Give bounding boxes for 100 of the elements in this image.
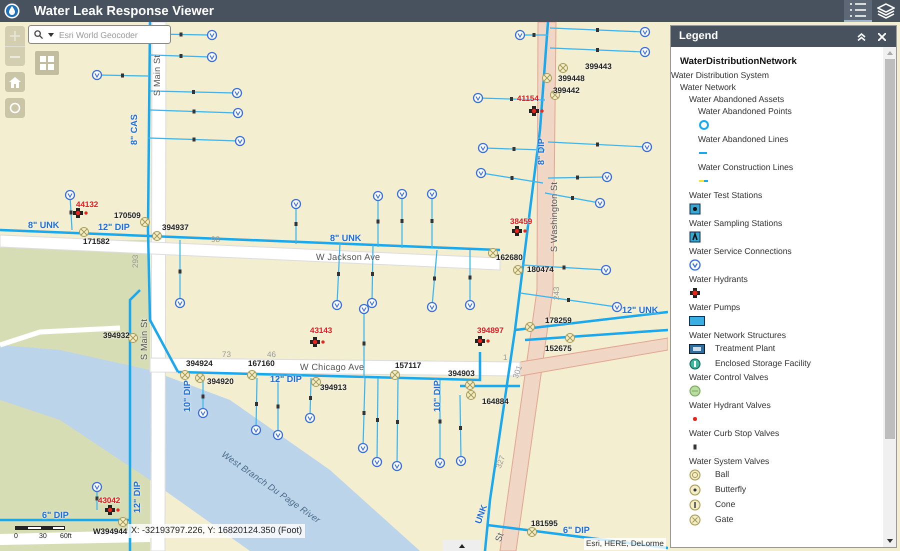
legend-layer-label: Water Sampling Stations <box>689 217 784 229</box>
road-number-label: 293 <box>132 254 140 268</box>
street-label: S Washington St <box>550 182 559 252</box>
curb-stop-icon <box>596 48 599 52</box>
legend-layer-label: Water System Valves <box>689 455 770 467</box>
valve-icon <box>565 333 575 343</box>
road-number-label: 46 <box>267 351 276 359</box>
legend-layer-label: Water Network Structures <box>689 329 787 341</box>
curb-stop-icon <box>337 272 340 276</box>
hydrant-icon <box>105 505 120 515</box>
legend-layer-label: Water Hydrant Valves <box>689 399 772 411</box>
valve-icon <box>513 265 523 275</box>
pipe-label: 6" DIP <box>42 511 69 520</box>
water-meter-icon <box>514 30 526 40</box>
road-number-label: 301 <box>512 364 524 380</box>
pipe-label: 12" DIP <box>133 481 142 513</box>
legend-title: Legend <box>679 29 718 44</box>
water-meter-icon <box>464 300 476 310</box>
pipe-label: 8" UNK <box>28 221 60 230</box>
asset-label: 399443 <box>585 63 612 71</box>
curb-stop-icon <box>294 222 298 226</box>
asset-label: 399448 <box>558 75 585 83</box>
legend-class-label: Treatment Plant <box>715 342 776 355</box>
curb-stop-icon <box>596 142 599 146</box>
legend-layer-label: Water Control Valves <box>689 371 770 383</box>
scale-bar <box>15 526 65 530</box>
asset-label: 394937 <box>162 224 189 232</box>
curb-stop-icon <box>512 147 516 151</box>
curb-stop-icon <box>180 32 182 36</box>
pipe-label: 12" DIP <box>98 223 130 232</box>
scroll-down-icon <box>886 539 892 543</box>
valve-icon <box>558 63 568 73</box>
hydrant-icon <box>529 106 544 116</box>
water-meter-icon <box>250 424 262 436</box>
home-icon <box>9 76 21 88</box>
curb-stop-icon <box>178 270 182 274</box>
valve-icon <box>128 333 138 343</box>
legend-layer-label: Water Pumps <box>689 301 742 313</box>
pipe-label: 10" DIP <box>183 380 192 412</box>
legend-layer-label: Water Abandoned Points <box>698 105 793 117</box>
water-meter-icon <box>372 190 384 202</box>
valve-icon <box>488 248 498 258</box>
valve-icon <box>247 370 257 380</box>
asset-label: 171582 <box>83 238 110 246</box>
water-meter-icon <box>92 482 102 492</box>
list-icon <box>849 2 867 18</box>
curb-stop-icon <box>396 420 399 424</box>
curb-stop-icon <box>362 342 366 346</box>
layers-icon <box>877 2 895 20</box>
water-meter-icon <box>612 302 622 312</box>
asset-label: 170509 <box>114 212 141 220</box>
asset-label: 399442 <box>553 87 580 95</box>
asset-label: 394932 <box>103 332 130 340</box>
water-meter-icon <box>198 408 208 418</box>
curb-stop-icon <box>438 420 442 424</box>
curb-stop-icon <box>202 394 204 398</box>
curb-stop-icon <box>562 266 566 270</box>
water-meter-icon <box>478 142 488 154</box>
water-meter-icon <box>392 460 402 472</box>
curb-stop-icon <box>571 196 574 200</box>
road-number-label: 327 <box>495 454 508 470</box>
legend-layer-label: Water Distribution System <box>671 69 770 81</box>
toolbar-button[interactable] <box>844 0 872 22</box>
legend-layer-label: Water Construction Lines <box>698 161 794 173</box>
legend-layer-label: Water Abandoned Assets <box>689 93 786 105</box>
search-field[interactable]: Esri World Geocoder <box>28 25 171 44</box>
asset-label: 394913 <box>320 384 347 392</box>
close-icon <box>878 32 886 40</box>
water-meter-icon <box>642 142 652 152</box>
hydrant-icon <box>73 208 88 218</box>
water-meter-icon <box>358 304 370 314</box>
asset-label: 394903 <box>448 370 475 378</box>
hydrant-label: 43143 <box>310 327 332 335</box>
curb-stop-icon <box>400 219 404 223</box>
street-label: S Main St <box>140 318 149 360</box>
water-meter-icon <box>372 456 382 468</box>
curb-stop-icon <box>376 220 380 224</box>
expand-button[interactable] <box>443 540 481 551</box>
hydrant-icon <box>310 337 325 347</box>
curb-stop-icon <box>567 298 570 302</box>
curb-stop-icon <box>430 219 434 223</box>
legend-class-label: Gate <box>715 513 734 526</box>
valve-icon <box>311 377 321 387</box>
valve-icon <box>525 322 535 332</box>
curb-stop-icon <box>255 402 258 406</box>
minus-icon <box>10 56 20 58</box>
water-meter-icon <box>234 136 246 146</box>
curb-stop-icon <box>576 176 579 180</box>
water-meter-icon <box>640 26 650 38</box>
asset-label: 394924 <box>186 360 213 368</box>
water-meter-icon <box>332 300 342 310</box>
asset-label: 181595 <box>531 520 558 528</box>
asset-label: 162680 <box>496 254 523 262</box>
curb-stop-icon <box>121 74 124 78</box>
curb-stop-icon <box>362 411 366 415</box>
legend-class-label: Ball <box>715 468 730 481</box>
water-meter-icon <box>358 442 368 454</box>
water-meter-icon <box>600 264 612 276</box>
water-meter-icon <box>232 88 242 98</box>
street-label: W Chicago Ave <box>300 363 364 372</box>
